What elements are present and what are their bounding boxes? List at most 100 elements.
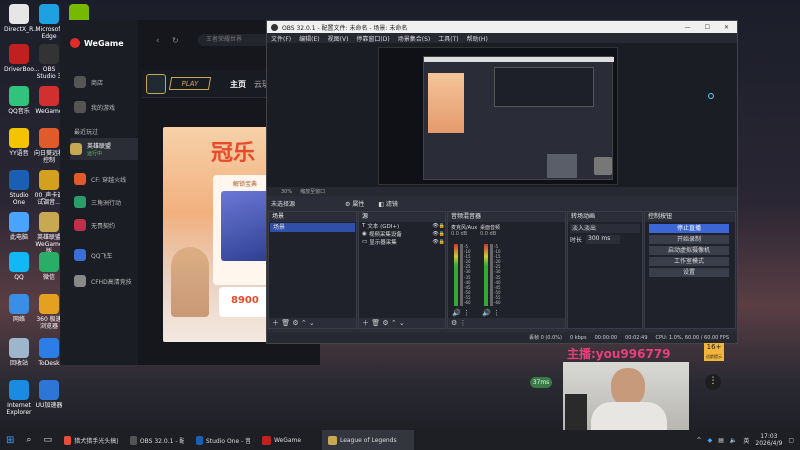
visibility-icon[interactable]: 👁🔒: [432, 231, 445, 237]
ch2-meter: [484, 244, 488, 306]
sidebar-label: 我的游戏: [91, 104, 116, 112]
control-button[interactable]: 停止直播: [649, 224, 729, 233]
wegame-sidebar-item[interactable]: 我的游戏: [74, 100, 134, 114]
play-button[interactable]: PLAY: [168, 77, 212, 90]
minimize-icon[interactable]: —: [685, 24, 691, 31]
app-icon: [39, 212, 59, 232]
desktop-icon-label: YY语音: [9, 150, 29, 157]
windows-icon: ⊞: [6, 434, 15, 446]
preview-area[interactable]: [267, 43, 737, 187]
lol-emblem-icon: [146, 74, 166, 94]
desktop-icon-label: UU加速器: [35, 402, 63, 409]
wegame-sidebar-item[interactable]: CF: 穿越火线: [74, 172, 134, 186]
refresh-icon[interactable]: ↻: [172, 36, 179, 45]
desktop-icon[interactable]: 网络: [4, 294, 34, 323]
ch1-fader[interactable]: [460, 244, 463, 306]
app-icon: [39, 44, 59, 64]
obs-window[interactable]: OBS 32.0.1 - 配置文件: 未命名 - 场景: 未命名 — ☐ ✕ 文件(…: [266, 20, 738, 344]
ch2-fader[interactable]: [490, 244, 493, 306]
taskbar-app[interactable]: Studio One - 音频...: [190, 430, 256, 450]
desktop-icon[interactable]: QQ: [4, 252, 34, 281]
tab-home[interactable]: 主页: [230, 79, 246, 90]
shield-icon[interactable]: ◆: [708, 437, 713, 444]
scene-item[interactable]: 场景: [270, 223, 355, 232]
wegame-sidebar-item[interactable]: 英雄联盟 运行中: [70, 138, 138, 160]
task-view-icon[interactable]: ▭: [37, 430, 58, 450]
db-tick: -30: [464, 269, 471, 275]
taskbar-app[interactable]: OBS 32.0.1 - 配置...: [124, 430, 190, 450]
ime-indicator[interactable]: 英: [743, 436, 749, 445]
desktop-icon[interactable]: DriverBoo...: [4, 44, 40, 73]
desktop-icon[interactable]: QQ音乐: [4, 86, 34, 115]
ch2-mute-icon[interactable]: 🔊 ⋮: [482, 309, 500, 317]
sources-dock[interactable]: 源 T 文本 (GDI+) 👁🔒 ◉ 视频采集设备 👁🔒 ▭ 显示器采集 👁🔒 ＋ 🗑 ⚙ ⌃ …: [358, 211, 446, 329]
visibility-icon[interactable]: 👁🔒: [432, 239, 445, 245]
duration-input[interactable]: 300 ms: [586, 235, 621, 244]
wegame-sidebar-item[interactable]: QQ飞车: [74, 248, 134, 262]
ch1-label: 麦克风/Aux: [451, 225, 478, 231]
sidebar-label: 最近玩过: [74, 128, 99, 136]
wegame-sidebar-item[interactable]: 三角洲行动: [74, 195, 134, 209]
taskbar-app[interactable]: 猎犬猎手光头搞直...: [58, 430, 124, 450]
menu-item[interactable]: 视图(V): [328, 34, 349, 43]
game-icon: [74, 249, 86, 261]
back-icon[interactable]: ‹: [156, 36, 160, 46]
taskbar-app-label: WeGame: [273, 436, 302, 444]
app-icon: [9, 4, 29, 24]
network-icon[interactable]: ▤: [718, 437, 724, 444]
scenes-dock[interactable]: 场景 场景 ＋ 🗑 ⚙ ⌃ ⌄: [268, 211, 357, 329]
properties-button[interactable]: ⚙ 属性: [345, 199, 364, 208]
source-item[interactable]: ▭ 显示器采集 👁🔒: [359, 238, 445, 246]
more-icon[interactable]: ⋮: [705, 374, 721, 390]
desktop-icon[interactable]: YY语音: [4, 128, 34, 157]
audio-mixer-dock[interactable]: 音频混音器 麦克风/Aux 0.0 dB 桌面音频 0.0 dB -5 -10 -1…: [447, 211, 566, 329]
desktop-icon[interactable]: 回收站: [4, 338, 34, 367]
maximize-icon[interactable]: ☐: [705, 24, 710, 31]
filters-button[interactable]: ◧ 滤镜: [378, 199, 398, 208]
desktop-icon[interactable]: UU加速器: [34, 380, 64, 409]
wegame-sidebar-item[interactable]: 商店: [74, 75, 134, 89]
controls-dock[interactable]: 控制按钮 停止直播 开始录制 启动虚拟摄像机 工作室模式 设置: [644, 211, 736, 329]
control-button[interactable]: 启动虚拟摄像机: [649, 246, 729, 255]
control-button[interactable]: 开始录制: [649, 235, 729, 244]
menu-item[interactable]: 场景集合(S): [398, 34, 431, 43]
desktop-icon[interactable]: 此电脑: [4, 212, 34, 241]
taskbar-app[interactable]: League of Legends: [321, 430, 414, 450]
transition-select[interactable]: 淡入淡出: [570, 224, 640, 233]
desktop-icon[interactable]: DirectX_R...: [4, 4, 39, 33]
scale-dropdown[interactable]: 缩放至窗口: [300, 188, 325, 195]
notification-icon[interactable]: ▢: [788, 437, 794, 444]
volume-icon[interactable]: 🔈: [730, 437, 737, 444]
sidebar-label: CF: 穿越火线: [91, 176, 127, 184]
wegame-sidebar-item[interactable]: 无畏契约: [74, 218, 134, 232]
wegame-sidebar-item[interactable]: CFHD高清竞技: [74, 274, 134, 288]
preview-canvas: [378, 47, 618, 185]
transitions-dock[interactable]: 转场动画 淡入淡出 时长 300 ms: [567, 211, 643, 329]
desktop-icon[interactable]: Studio One: [4, 170, 34, 206]
app-icon: [9, 380, 29, 400]
start-button[interactable]: ⊞: [0, 430, 20, 450]
selected-source-label: 未选择源: [271, 201, 296, 208]
source-item[interactable]: ◉ 视频采集设备 👁🔒: [359, 230, 445, 238]
menu-item[interactable]: 工具(T): [438, 34, 458, 43]
close-icon[interactable]: ✕: [724, 24, 729, 31]
menu-item[interactable]: 帮助(H): [467, 34, 488, 43]
character-art: [171, 247, 209, 317]
desktop-icon[interactable]: Internet Explorer: [4, 380, 34, 416]
desktop-icon-label: QQ音乐: [8, 108, 30, 115]
source-item[interactable]: T 文本 (GDI+) 👁🔒: [359, 222, 445, 230]
system-tray: ^ ◆ ▤ 🔈 英 17:03 2026/4/9 ▢: [697, 433, 800, 447]
menu-item[interactable]: 停靠窗口(D): [356, 34, 389, 43]
zoom-level[interactable]: 30%: [281, 189, 292, 195]
menu-item[interactable]: 编辑(E): [299, 34, 319, 43]
tray-chevron-icon[interactable]: ^: [697, 437, 702, 444]
clock[interactable]: 17:03 2026/4/9: [755, 433, 782, 447]
desktop-icon-label: DriverBoo...: [4, 66, 40, 73]
taskbar-search-icon[interactable]: ⌕: [20, 430, 37, 450]
ch1-mute-icon[interactable]: 🔊 ⋮: [452, 309, 470, 317]
menu-item[interactable]: 文件(F): [271, 34, 291, 43]
control-button[interactable]: 设置: [649, 268, 729, 277]
taskbar-app[interactable]: WeGame: [256, 430, 322, 450]
control-button[interactable]: 工作室模式: [649, 257, 729, 266]
visibility-icon[interactable]: 👁🔒: [432, 223, 445, 229]
